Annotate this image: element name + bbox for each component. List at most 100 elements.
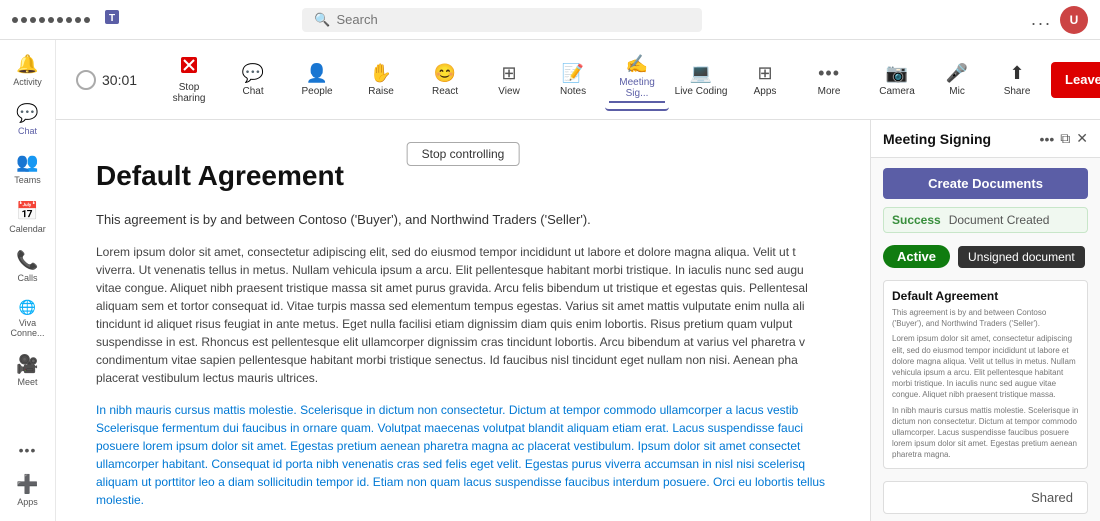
live-coding-icon: 💻 xyxy=(690,63,712,84)
search-icon: 🔍 xyxy=(314,12,330,28)
search-input[interactable] xyxy=(337,12,691,27)
status-row: Active Unsigned document xyxy=(883,245,1088,268)
sidebar-item-calendar[interactable]: 📅 Calendar xyxy=(6,195,50,240)
calendar-icon: 📅 xyxy=(16,201,38,222)
content-area: Stop controlling Default Agreement This … xyxy=(56,120,1100,521)
apps-button[interactable]: ⊞ Apps xyxy=(733,57,797,103)
more-icon2: ••• xyxy=(818,63,840,84)
toolbar-right: 📷 Camera 🎤 Mic ⬆ Share Leave ▼ xyxy=(871,62,1100,98)
teams-icon: 👥 xyxy=(16,152,38,173)
mic-button[interactable]: 🎤 Mic xyxy=(931,63,983,97)
live-coding-button[interactable]: 💻 Live Coding xyxy=(669,57,733,103)
apps-icon2: ⊞ xyxy=(758,63,773,84)
panel-title: Meeting Signing xyxy=(883,131,991,147)
meeting-toolbar: 30:01 Stop sharing 💬 Chat 👤 People xyxy=(56,40,1100,120)
app-grid-icon[interactable] xyxy=(12,17,90,23)
shared-badge: Shared xyxy=(883,481,1088,514)
right-panel: Meeting Signing ••• ⧉ ✕ Create Documents… xyxy=(870,120,1100,521)
sidebar-item-meet[interactable]: 🎥 Meet xyxy=(6,348,50,393)
user-avatar[interactable]: U xyxy=(1060,6,1088,34)
react-button[interactable]: 😊 React xyxy=(413,57,477,103)
camera-label: Camera xyxy=(879,86,915,97)
more-icon: ••• xyxy=(19,442,37,458)
people-icon: 👤 xyxy=(306,63,328,84)
meeting-sig-button[interactable]: ✍ Meeting Sig... xyxy=(605,48,669,111)
top-bar-right: ... U xyxy=(1031,6,1088,34)
chat-button[interactable]: 💬 Chat xyxy=(221,57,285,103)
top-bar: T 🔍 ... U xyxy=(0,0,1100,40)
success-text: Document Created xyxy=(949,213,1050,227)
doc-body: Lorem ipsum dolor sit amet, consectetur … xyxy=(96,243,830,521)
sidebar-item-label: Apps xyxy=(17,497,38,507)
main-layout: 🔔 Activity 💬 Chat 👥 Teams 📅 Calendar 📞 C… xyxy=(0,40,1100,521)
chat-icon: 💬 xyxy=(16,103,38,124)
leave-button-group: Leave ▼ xyxy=(1051,62,1100,98)
people-button[interactable]: 👤 People xyxy=(285,57,349,103)
doc-wrapper: Stop controlling Default Agreement This … xyxy=(56,120,870,521)
sidebar-item-apps[interactable]: ➕ Apps xyxy=(6,468,50,513)
toolbar-actions: Stop sharing 💬 Chat 👤 People ✋ Raise 😊 R… xyxy=(157,48,861,111)
sidebar-item-activity[interactable]: 🔔 Activity xyxy=(6,48,50,93)
react-icon: 😊 xyxy=(434,63,456,84)
doc-preview-text-2: Lorem ipsum dolor sit amet, consectetur … xyxy=(892,333,1079,400)
status-unsigned-badge: Unsigned document xyxy=(958,246,1085,268)
sidebar-item-more[interactable]: ••• xyxy=(6,436,50,464)
view-button[interactable]: ⊞ View xyxy=(477,57,541,103)
notes-label: Notes xyxy=(560,86,586,97)
doc-preview: Default Agreement This agreement is by a… xyxy=(883,280,1088,469)
people-label: People xyxy=(301,86,332,97)
doc-subtitle: This agreement is by and between Contoso… xyxy=(96,212,830,227)
leave-button[interactable]: Leave xyxy=(1051,62,1100,98)
more-options-icon[interactable]: ... xyxy=(1031,9,1052,30)
panel-body: Create Documents Success Document Create… xyxy=(871,158,1100,521)
sidebar-item-label: Activity xyxy=(13,77,42,87)
sidebar-item-teams[interactable]: 👥 Teams xyxy=(6,146,50,191)
live-coding-label: Live Coding xyxy=(675,86,728,97)
camera-icon: 📷 xyxy=(886,63,908,84)
sidebar-item-label: Viva Conne... xyxy=(11,318,45,338)
status-active-badge: Active xyxy=(883,245,950,268)
success-label: Success xyxy=(892,213,941,227)
sidebar: 🔔 Activity 💬 Chat 👥 Teams 📅 Calendar 📞 C… xyxy=(0,40,56,521)
stop-controlling-button[interactable]: Stop controlling xyxy=(407,142,520,166)
view-icon: ⊞ xyxy=(502,63,517,84)
raise-button[interactable]: ✋ Raise xyxy=(349,57,413,103)
view-label: View xyxy=(498,86,520,97)
sidebar-item-chat[interactable]: 💬 Chat xyxy=(6,97,50,142)
stop-sharing-label: Stop sharing xyxy=(161,82,217,104)
notes-button[interactable]: 📝 Notes xyxy=(541,57,605,103)
sidebar-item-label: Teams xyxy=(14,175,41,185)
share-label: Share xyxy=(1004,86,1031,97)
panel-header: Meeting Signing ••• ⧉ ✕ xyxy=(871,120,1100,158)
meeting-sig-label: Meeting Sig... xyxy=(609,77,665,103)
chat-icon: 💬 xyxy=(242,63,264,84)
mic-label: Mic xyxy=(949,86,965,97)
create-docs-button[interactable]: Create Documents xyxy=(883,168,1088,199)
meet-icon: 🎥 xyxy=(16,354,38,375)
mic-icon: 🎤 xyxy=(946,63,968,84)
doc-para-2: In nibh mauris cursus mattis molestie. S… xyxy=(96,401,830,509)
share-button[interactable]: ⬆ Share xyxy=(991,63,1043,97)
doc-preview-title: Default Agreement xyxy=(892,289,1079,303)
sidebar-item-viva[interactable]: 🌐 Viva Conne... xyxy=(6,293,50,344)
activity-icon: 🔔 xyxy=(16,54,38,75)
sidebar-item-label: Calls xyxy=(17,273,37,283)
sidebar-item-label: Meet xyxy=(17,377,37,387)
sidebar-item-label: Chat xyxy=(18,126,37,136)
doc-inner[interactable]: Stop controlling Default Agreement This … xyxy=(56,120,870,521)
camera-button[interactable]: 📷 Camera xyxy=(871,63,923,97)
notes-icon: 📝 xyxy=(562,63,584,84)
sidebar-item-calls[interactable]: 📞 Calls xyxy=(6,244,50,289)
doc-preview-text-3: In nibh mauris cursus mattis molestie. S… xyxy=(892,405,1079,461)
search-bar[interactable]: 🔍 xyxy=(302,8,702,32)
panel-more-icon[interactable]: ••• xyxy=(1040,131,1055,147)
success-bar: Success Document Created xyxy=(883,207,1088,233)
timer-circle xyxy=(76,70,96,90)
stop-sharing-button[interactable]: Stop sharing xyxy=(157,49,221,110)
more-button[interactable]: ••• More xyxy=(797,57,861,103)
panel-close-icon[interactable]: ✕ xyxy=(1076,130,1088,147)
chat-label: Chat xyxy=(242,86,263,97)
panel-expand-icon[interactable]: ⧉ xyxy=(1060,130,1070,147)
viva-icon: 🌐 xyxy=(19,299,36,316)
calls-icon: 📞 xyxy=(16,250,38,271)
